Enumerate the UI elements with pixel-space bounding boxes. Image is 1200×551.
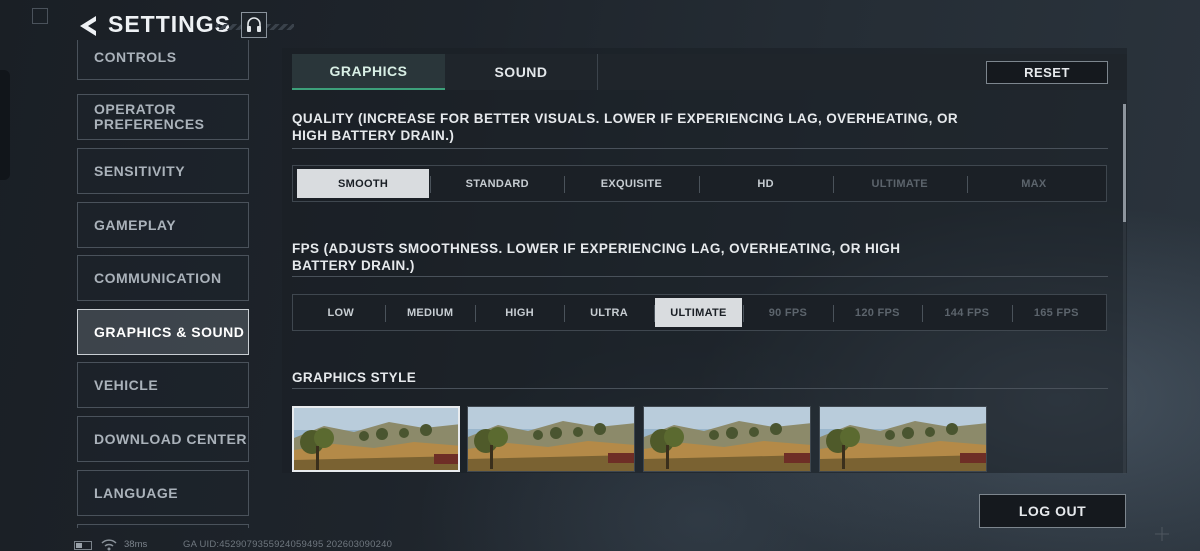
segment-divider	[832, 176, 834, 193]
battery-icon	[74, 541, 92, 550]
fps-option-ultimate[interactable]: ULTIMATE	[654, 298, 743, 327]
tab-label: GRAPHICS	[329, 63, 408, 79]
sidebar-item-label: SENSITIVITY	[94, 163, 186, 179]
sidebar-item-label: GRAPHICS & SOUND	[94, 324, 245, 340]
sidebar-item-label: OPERATOR PREFERENCES	[94, 101, 205, 132]
landscape-thumbnail	[644, 407, 810, 471]
fps-option-low[interactable]: LOW	[297, 298, 384, 327]
ping-readout: 38ms	[124, 539, 148, 550]
logout-button[interactable]: LOG OUT	[979, 494, 1126, 528]
sidebar-item-gameplay[interactable]: GAMEPLAY	[77, 202, 249, 248]
sidebar-item-label: COMMUNICATION	[94, 270, 222, 286]
sidebar-item-graphics-sound[interactable]: GRAPHICS & SOUND	[77, 309, 249, 355]
graphics-style-option-2[interactable]	[467, 406, 635, 472]
quality-label: QUALITY (INCREASE FOR BETTER VISUALS. LO…	[292, 111, 959, 143]
sidebar-item-communication[interactable]: COMMUNICATION	[77, 255, 249, 301]
quality-option-max[interactable]: MAX	[968, 169, 1100, 198]
tab-graphics[interactable]: GRAPHICS	[292, 54, 445, 90]
fps-option-90-fps[interactable]: 90 FPS	[744, 298, 831, 327]
sidebar-item-controls[interactable]: CONTROLS	[77, 40, 249, 80]
user-id-text: GA UID:4529079355924059495 202603090240	[183, 539, 393, 550]
quality-option-ultimate[interactable]: ULTIMATE	[834, 169, 966, 198]
sidebar-item-language[interactable]: LANGUAGE	[77, 470, 249, 516]
landscape-thumbnail	[468, 407, 634, 471]
segment-divider	[653, 305, 655, 322]
sidebar-item-label: CONTROLS	[94, 49, 177, 65]
section-divider	[292, 148, 1108, 149]
settings-sidebar: CONTROLS OPERATOR PREFERENCES SENSITIVIT…	[77, 40, 249, 528]
section-divider	[292, 276, 1108, 277]
quality-selector: SMOOTH STANDARD EXQUISITE HD ULTIMATE MAX	[292, 165, 1107, 202]
fps-option-medium[interactable]: MEDIUM	[386, 298, 473, 327]
back-arrow-icon[interactable]	[76, 14, 98, 38]
corner-marker	[32, 8, 48, 24]
fps-selector: LOW MEDIUM HIGH ULTRA ULTIMATE 90 FPS 120 FPS 1…	[292, 294, 1107, 331]
sidebar-item-label: DOWNLOAD CENTER	[94, 431, 247, 447]
segment-divider	[430, 176, 432, 193]
fps-label: FPS (ADJUSTS SMOOTHNESS. LOWER IF EXPERI…	[292, 241, 901, 273]
sidebar-item-label: VEHICLE	[94, 377, 159, 393]
segment-divider	[385, 305, 387, 322]
fps-option-ultra[interactable]: ULTRA	[565, 298, 652, 327]
landscape-thumbnail	[294, 408, 458, 470]
graphics-style-option-4[interactable]	[819, 406, 987, 472]
tab-sound[interactable]: SOUND	[445, 54, 598, 90]
wifi-icon	[101, 539, 117, 551]
segment-divider	[564, 176, 566, 193]
sidebar-item-label: LANGUAGE	[94, 485, 179, 501]
tab-label: SOUND	[494, 64, 548, 80]
graphics-style-option-3[interactable]	[643, 406, 811, 472]
segment-divider	[564, 305, 566, 322]
fps-option-high[interactable]: HIGH	[476, 298, 563, 327]
edge-notch	[0, 70, 10, 180]
fps-option-120-fps[interactable]: 120 FPS	[834, 298, 921, 327]
graphics-style-label: GRAPHICS STYLE	[292, 370, 417, 385]
quality-option-hd[interactable]: HD	[700, 169, 832, 198]
headset-icon	[247, 17, 261, 32]
fps-option-165-fps[interactable]: 165 FPS	[1013, 298, 1100, 327]
quality-option-exquisite[interactable]: EXQUISITE	[565, 169, 697, 198]
segment-divider	[474, 305, 476, 322]
page-title: SETTINGS	[108, 11, 232, 37]
quality-option-smooth[interactable]: SMOOTH	[297, 169, 430, 198]
sidebar-item-more[interactable]	[77, 524, 249, 528]
sidebar-item-vehicle[interactable]: VEHICLE	[77, 362, 249, 408]
sidebar-item-operator-preferences[interactable]: OPERATOR PREFERENCES	[77, 94, 249, 140]
segment-divider	[832, 305, 834, 322]
segment-divider	[698, 176, 700, 193]
fps-option-144-fps[interactable]: 144 FPS	[923, 298, 1010, 327]
section-divider	[292, 388, 1108, 389]
sidebar-item-download-center[interactable]: DOWNLOAD CENTER	[77, 416, 249, 462]
segment-divider	[966, 176, 968, 193]
graphics-style-option-1[interactable]	[292, 406, 460, 472]
sidebar-item-sensitivity[interactable]: SENSITIVITY	[77, 148, 249, 194]
segment-divider	[922, 305, 924, 322]
quality-option-standard[interactable]: STANDARD	[431, 169, 563, 198]
headset-button[interactable]	[241, 12, 267, 38]
scrollbar-thumb[interactable]	[1123, 104, 1126, 222]
landscape-thumbnail	[820, 407, 986, 471]
segment-divider	[743, 305, 745, 322]
plus-icon	[1155, 527, 1169, 541]
sidebar-item-label: GAMEPLAY	[94, 217, 177, 233]
reset-button[interactable]: RESET	[986, 61, 1108, 84]
segment-divider	[1011, 305, 1013, 322]
